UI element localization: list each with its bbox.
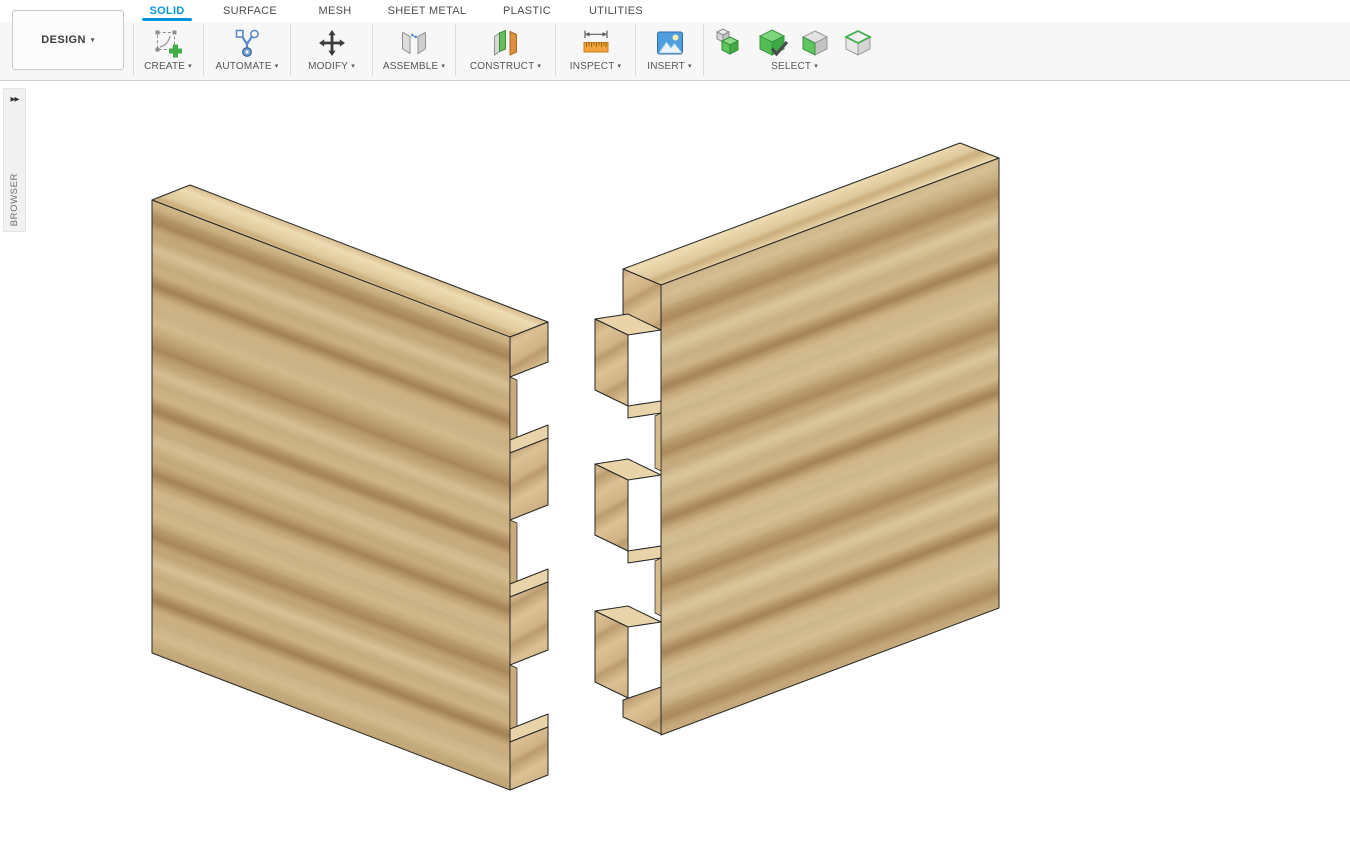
- assemble-dropdown[interactable]: ASSEMBLE ▾: [383, 61, 445, 72]
- left-board-notch-wall: [510, 520, 517, 589]
- viewport[interactable]: ▶▶ BROWSER: [0, 80, 1350, 859]
- right-board-finger[interactable]: [595, 319, 628, 406]
- measure-ruler-icon[interactable]: [580, 26, 612, 60]
- caret-down-icon: ▾: [618, 63, 622, 70]
- tab-solid[interactable]: SOLID: [133, 0, 201, 22]
- right-board[interactable]: [595, 143, 999, 735]
- select-dropdown[interactable]: SELECT ▾: [771, 61, 818, 72]
- toolbar-group-inspect[interactable]: INSPECT ▾: [556, 22, 635, 80]
- insert-image-icon[interactable]: [654, 26, 686, 60]
- caret-down-icon: ▾: [351, 63, 355, 70]
- construct-dropdown[interactable]: CONSTRUCT ▾: [470, 61, 541, 72]
- toolbar-group-create[interactable]: CREATE ▾: [133, 22, 203, 80]
- tab-surface[interactable]: SURFACE: [201, 0, 299, 22]
- ribbon-toolbar: DESIGN ▾: [0, 22, 1350, 80]
- create-dropdown[interactable]: CREATE ▾: [144, 61, 192, 72]
- right-board-finger[interactable]: [595, 464, 628, 551]
- automate-icon[interactable]: [231, 26, 263, 60]
- toolbar-group-assemble[interactable]: ASSEMBLE ▾: [373, 22, 455, 80]
- joint-plates-icon[interactable]: [398, 26, 430, 60]
- edge-select-icon[interactable]: [843, 27, 875, 59]
- tab-mesh[interactable]: MESH: [299, 0, 371, 22]
- toolbar-group-insert[interactable]: INSERT ▾: [636, 22, 703, 80]
- right-board-notch-wall: [655, 558, 661, 616]
- select-cube-icons: [714, 26, 875, 60]
- move-arrows-icon[interactable]: [316, 26, 348, 60]
- caret-down-icon: ▾: [275, 63, 279, 70]
- caret-down-icon: ▾: [814, 63, 818, 70]
- right-board-notch-wall: [655, 413, 661, 471]
- left-board[interactable]: [152, 185, 548, 790]
- caret-down-icon: ▾: [91, 37, 95, 44]
- toolbar-group-select[interactable]: SELECT ▾: [704, 22, 885, 80]
- tab-plastic[interactable]: PLASTIC: [483, 0, 571, 22]
- workspace-selector-button[interactable]: DESIGN ▾: [12, 10, 124, 70]
- create-sketch-icon[interactable]: [152, 26, 184, 60]
- left-board-notch-wall: [510, 377, 517, 445]
- ribbon: SOLID SURFACE MESH SHEET METAL PLASTIC U…: [0, 0, 1350, 81]
- workspace-label: DESIGN: [41, 34, 86, 46]
- face-select-icon[interactable]: [800, 27, 832, 59]
- tab-utilities[interactable]: UTILITIES: [571, 0, 661, 22]
- left-board-finger[interactable]: [510, 438, 548, 520]
- construction-planes-icon[interactable]: [490, 26, 522, 60]
- ribbon-tab-bar: SOLID SURFACE MESH SHEET METAL PLASTIC U…: [0, 0, 1350, 22]
- toolbar-group-modify[interactable]: MODIFY ▾: [291, 22, 372, 80]
- insert-dropdown[interactable]: INSERT ▾: [647, 61, 691, 72]
- caret-down-icon: ▾: [188, 63, 192, 70]
- inspect-dropdown[interactable]: INSPECT ▾: [570, 61, 621, 72]
- left-board-notch-wall: [510, 665, 517, 734]
- right-board-finger[interactable]: [595, 611, 628, 698]
- right-board-end-face[interactable]: [623, 687, 661, 734]
- left-board-finger[interactable]: [510, 582, 548, 665]
- caret-down-icon: ▾: [441, 63, 445, 70]
- caret-down-icon: ▾: [688, 63, 692, 70]
- caret-down-icon: ▾: [537, 63, 541, 70]
- fusion-window: SOLID SURFACE MESH SHEET METAL PLASTIC U…: [0, 0, 1350, 859]
- modify-dropdown[interactable]: MODIFY ▾: [308, 61, 355, 72]
- automate-dropdown[interactable]: AUTOMATE ▾: [216, 61, 279, 72]
- model-canvas[interactable]: [0, 80, 1350, 859]
- component-select-icon[interactable]: [714, 27, 746, 59]
- body-select-icon[interactable]: [757, 27, 789, 59]
- toolbar-group-automate[interactable]: AUTOMATE ▾: [204, 22, 290, 80]
- toolbar-group-construct[interactable]: CONSTRUCT ▾: [456, 22, 555, 80]
- tab-sheet-metal[interactable]: SHEET METAL: [371, 0, 483, 22]
